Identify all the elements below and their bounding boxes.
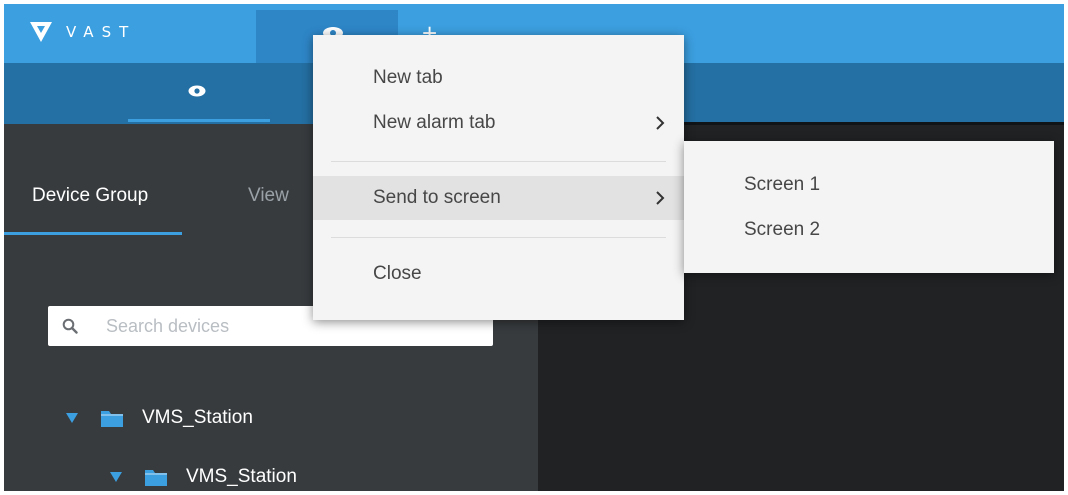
folder-icon bbox=[101, 411, 123, 427]
active-tab-indicator bbox=[4, 232, 182, 235]
tree-item-root[interactable]: VMS_Station bbox=[66, 407, 253, 429]
menu-item-label: Send to screen bbox=[373, 187, 501, 208]
tab-view[interactable]: View bbox=[248, 185, 289, 207]
tree-item-child[interactable]: VMS_Station bbox=[110, 466, 297, 488]
submenu-item-label: Screen 2 bbox=[744, 219, 821, 240]
send-to-screen-submenu: Screen 1 Screen 2 bbox=[684, 141, 1054, 273]
menu-item-label: New alarm tab bbox=[373, 112, 496, 133]
vast-logo-icon bbox=[30, 22, 52, 42]
chevron-right-icon bbox=[656, 191, 665, 205]
menu-item-send-to-screen[interactable]: Send to screen bbox=[313, 176, 684, 220]
tab-device-group[interactable]: Device Group bbox=[32, 185, 148, 207]
menu-item-new-tab[interactable]: New tab bbox=[313, 56, 684, 100]
logo: VAST bbox=[30, 22, 136, 42]
caret-down-icon[interactable] bbox=[110, 472, 122, 482]
submenu-item-label: Screen 1 bbox=[744, 174, 821, 195]
menu-item-label: New tab bbox=[373, 67, 443, 88]
menu-item-close[interactable]: Close bbox=[313, 252, 684, 296]
submenu-item-screen-1[interactable]: Screen 1 bbox=[684, 163, 1054, 207]
menu-item-new-alarm-tab[interactable]: New alarm tab bbox=[313, 101, 684, 145]
menu-item-label: Close bbox=[373, 263, 422, 284]
brand-name: VAST bbox=[66, 23, 137, 41]
active-tab-indicator bbox=[128, 119, 270, 122]
folder-icon bbox=[145, 470, 167, 486]
chevron-right-icon bbox=[656, 116, 665, 130]
eye-icon[interactable] bbox=[188, 85, 206, 97]
tree-item-label: VMS_Station bbox=[186, 466, 297, 487]
tree-item-label: VMS_Station bbox=[142, 407, 253, 428]
search-icon bbox=[62, 318, 78, 334]
submenu-item-screen-2[interactable]: Screen 2 bbox=[684, 208, 1054, 252]
tab-context-menu: New tab New alarm tab Send to screen Clo… bbox=[313, 35, 684, 320]
caret-down-icon[interactable] bbox=[66, 413, 78, 423]
menu-divider bbox=[331, 237, 666, 238]
menu-divider bbox=[331, 161, 666, 162]
app-window: VAST + Device Group View Search devices … bbox=[4, 4, 1064, 491]
